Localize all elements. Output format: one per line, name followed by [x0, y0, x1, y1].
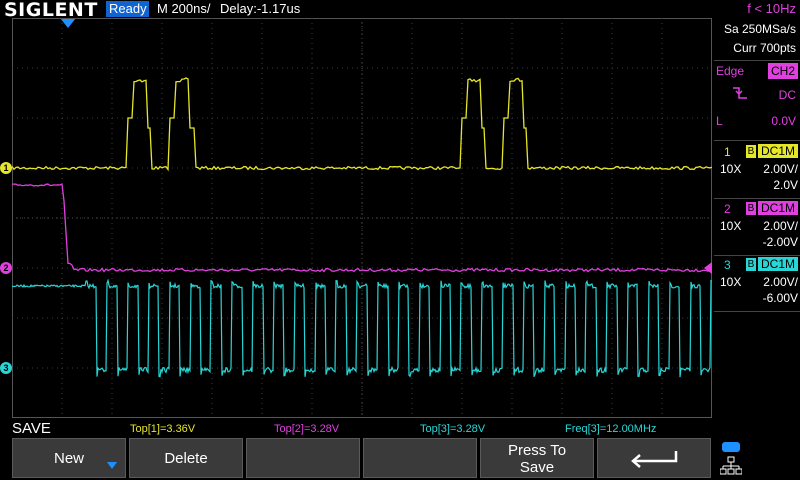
new-button-label: New [53, 450, 84, 467]
channel-number: 1 [724, 145, 731, 159]
sample-rate: Sa 250MSa/s [723, 22, 796, 36]
channel-2-panel[interactable]: 2 B DC1M 10X 2.00V/ -2.00V [714, 199, 800, 253]
network-icon [720, 456, 742, 475]
right-info-panel: Sa 250MSa/s Curr 700pts Edge CH2 DC L 0.… [714, 18, 800, 418]
trigger-level-label: L [716, 114, 723, 128]
press-to-save-line1: Press To [507, 442, 567, 459]
channel-number: 3 [724, 258, 731, 272]
trigger-level: 0.0V [771, 114, 796, 128]
probe-ratio: 10X [720, 162, 742, 176]
channel-coupling: DC1M [758, 257, 798, 271]
back-button[interactable] [597, 438, 711, 478]
vertical-scale: 2.00V/ [763, 162, 798, 176]
trigger-source: CH2 [768, 63, 798, 79]
bandwidth-limit-badge: B [746, 258, 756, 271]
measurement-top-ch1: Top[1]=3.36V [130, 423, 196, 435]
vertical-offset: 2.0V [773, 178, 798, 192]
channel-coupling: DC1M [758, 144, 798, 158]
channel-3-panel[interactable]: 3 B DC1M 10X 2.00V/ -6.00V [714, 255, 800, 309]
measurement-top-ch2: Top[2]=3.28V [274, 423, 340, 435]
channel-number: 2 [724, 202, 731, 216]
delay-readout[interactable]: Delay:-1.17us [220, 1, 300, 16]
ch3-offset-marker[interactable]: 3 [0, 362, 12, 374]
measurement-bar [0, 418, 800, 438]
top-status-bar: SIGLENT Ready M 200ns/ Delay:-1.17us f <… [0, 0, 800, 21]
press-to-save-button[interactable]: Press To Save [480, 438, 594, 478]
vertical-scale: 2.00V/ [763, 275, 798, 289]
vertical-offset: -6.00V [762, 291, 798, 305]
run-status-badge[interactable]: Ready [106, 1, 149, 17]
divider [714, 311, 800, 312]
bandwidth-limit-badge: B [746, 202, 756, 215]
falling-edge-icon [732, 86, 748, 103]
bandwidth-limit-badge: B [746, 145, 756, 158]
storage-icon [722, 442, 740, 452]
ch2-offset-marker[interactable]: 2 [0, 262, 12, 274]
trigger-level-marker-icon[interactable] [704, 262, 712, 274]
probe-ratio: 10X [720, 275, 742, 289]
press-to-save-line2: Save [519, 459, 555, 476]
probe-ratio: 10X [720, 219, 742, 233]
divider [714, 140, 800, 141]
memory-depth: Curr 700pts [733, 41, 796, 55]
vertical-scale: 2.00V/ [763, 219, 798, 233]
measurement-top-ch3: Top[3]=3.28V [420, 423, 486, 435]
empty-softkey-4[interactable] [363, 438, 477, 478]
ch1-offset-marker[interactable]: 1 [0, 162, 12, 174]
trigger-type: Edge [716, 64, 745, 78]
chevron-down-icon [107, 462, 117, 469]
trigger-frequency-readout: f < 10Hz [747, 1, 796, 16]
waveform-display[interactable] [12, 18, 712, 418]
status-icons [718, 440, 748, 478]
timebase-readout[interactable]: M 200ns/ [157, 1, 210, 16]
channel-1-panel[interactable]: 1 B DC1M 10X 2.00V/ 2.0V [714, 142, 800, 196]
waveform-svg [12, 18, 712, 418]
trigger-coupling: DC [778, 88, 796, 102]
delete-button[interactable]: Delete [129, 438, 243, 478]
delete-button-label: Delete [164, 450, 208, 467]
menu-title: SAVE [12, 420, 51, 437]
return-arrow-icon [631, 451, 678, 468]
empty-softkey-3[interactable] [246, 438, 360, 478]
channel-coupling: DC1M [758, 201, 798, 215]
measurement-freq-ch3: Freq[3]=12.00MHz [565, 423, 657, 435]
new-button[interactable]: New [12, 438, 126, 478]
divider [714, 60, 800, 61]
vertical-offset: -2.00V [762, 235, 798, 249]
